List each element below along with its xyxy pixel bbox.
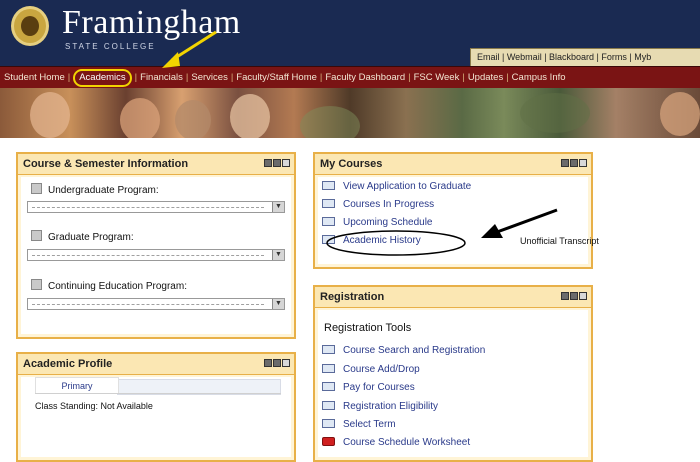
course-search-and-registration-link[interactable]: Course Search and Registration: [322, 345, 485, 356]
panel-controls-icon[interactable]: [560, 159, 587, 168]
document-icon: [322, 199, 335, 208]
utility-links[interactable]: Email | Webmail | Blackboard | Forms | M…: [470, 48, 700, 66]
pay-for-courses-link[interactable]: Pay for Courses: [322, 382, 415, 393]
nav-item-academics[interactable]: Academics: [73, 69, 132, 87]
banner-spacer: [0, 138, 700, 150]
undergraduate-program-label: Undergraduate Program:: [31, 183, 159, 196]
academic-history-highlight-circle: [326, 230, 466, 256]
program-icon: [31, 230, 42, 241]
registration-panel: Registration Registration Tools Course S…: [313, 285, 593, 462]
course-add-drop-link[interactable]: Course Add/Drop: [322, 364, 420, 375]
panel-controls-icon[interactable]: [263, 159, 290, 168]
registration-title: Registration: [315, 287, 591, 308]
my-courses-title: My Courses: [315, 154, 591, 175]
site-header: Framingham STATE COLLEGE Email | Webmail…: [0, 0, 700, 66]
class-standing-text: Class Standing: Not Available: [35, 401, 153, 411]
continuing-education-program-select[interactable]: ▼: [27, 298, 285, 310]
academic-profile-panel: Academic Profile Primary Class Standing:…: [16, 352, 296, 462]
undergraduate-program-select[interactable]: ▼: [27, 201, 285, 213]
view-application-to-graduate-link[interactable]: View Application to Graduate: [322, 181, 471, 192]
nav-item-faculty-staff-home[interactable]: Faculty/Staff Home: [236, 72, 317, 83]
nav-item-student-home[interactable]: Student Home: [4, 72, 65, 83]
panel-controls-icon[interactable]: [560, 292, 587, 301]
document-icon: [322, 401, 335, 410]
yellow-arrow-annotation: [162, 30, 217, 68]
college-seal-icon[interactable]: [11, 6, 49, 46]
courses-in-progress-link[interactable]: Courses In Progress: [322, 199, 434, 210]
graduate-program-label: Graduate Program:: [31, 230, 134, 243]
chevron-down-icon[interactable]: ▼: [272, 202, 284, 212]
upcoming-schedule-link[interactable]: Upcoming Schedule: [322, 217, 433, 228]
unofficial-transcript-note: Unofficial Transcript: [520, 236, 599, 246]
select-term-link[interactable]: Select Term: [322, 419, 396, 430]
course-semester-title: Course & Semester Information: [18, 154, 294, 175]
graduate-program-select[interactable]: ▼: [27, 249, 285, 261]
tab-primary[interactable]: Primary: [35, 377, 119, 394]
course-schedule-worksheet-link[interactable]: Course Schedule Worksheet: [322, 437, 470, 448]
program-icon: [31, 279, 42, 290]
registration-eligibility-link[interactable]: Registration Eligibility: [322, 401, 438, 412]
nav-item-fsc-week[interactable]: FSC Week: [414, 72, 460, 83]
document-icon: [322, 364, 335, 373]
panel-controls-icon[interactable]: [263, 359, 290, 368]
chevron-down-icon[interactable]: ▼: [272, 299, 284, 309]
chevron-down-icon[interactable]: ▼: [272, 250, 284, 260]
nav-item-campus-info[interactable]: Campus Info: [512, 72, 566, 83]
continuing-education-program-label: Continuing Education Program:: [31, 279, 187, 292]
banner-photo: [0, 88, 700, 138]
nav-item-updates[interactable]: Updates: [468, 72, 503, 83]
course-semester-panel: Course & Semester Information Undergradu…: [16, 152, 296, 339]
main-nav: Student Home | Academics | Financials | Servic…: [0, 66, 700, 88]
document-icon: [322, 419, 335, 428]
pdf-icon: [322, 437, 335, 446]
nav-item-faculty-dashboard[interactable]: Faculty Dashboard: [325, 72, 405, 83]
tab-divider: [35, 393, 281, 394]
brand-subtitle: STATE COLLEGE: [65, 42, 156, 51]
registration-tools-heading: Registration Tools: [324, 322, 412, 334]
document-icon: [322, 345, 335, 354]
academic-profile-title: Academic Profile: [18, 354, 294, 375]
program-icon: [31, 183, 42, 194]
document-icon: [322, 217, 335, 226]
document-icon: [322, 382, 335, 391]
document-icon: [322, 181, 335, 190]
